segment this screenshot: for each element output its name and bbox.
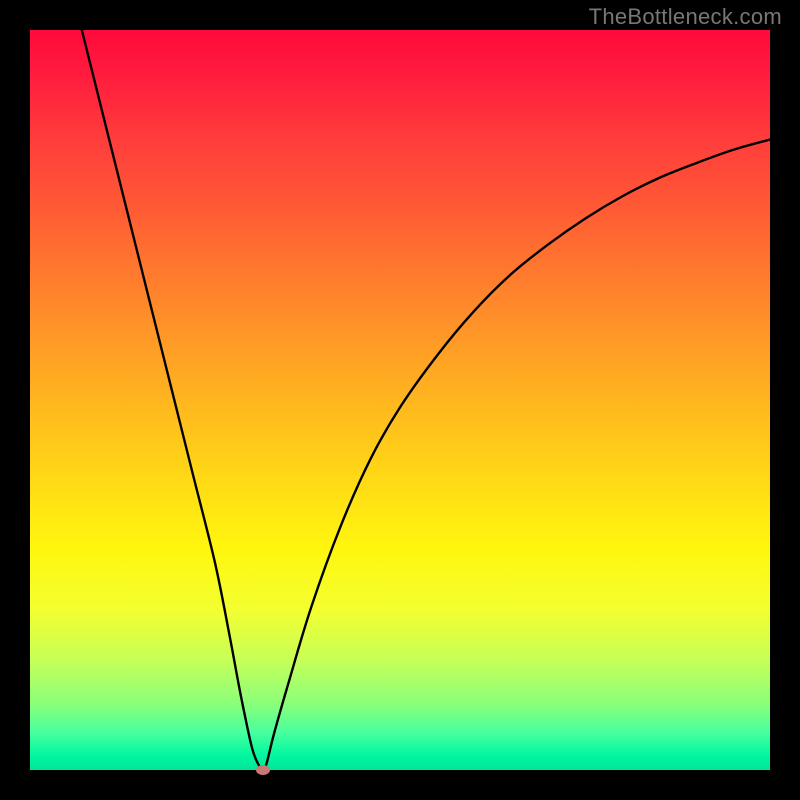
optimal-point-marker [256,765,270,775]
bottleneck-curve [30,30,770,770]
watermark-text: TheBottleneck.com [589,4,782,30]
chart-frame: TheBottleneck.com [0,0,800,800]
plot-area [30,30,770,770]
